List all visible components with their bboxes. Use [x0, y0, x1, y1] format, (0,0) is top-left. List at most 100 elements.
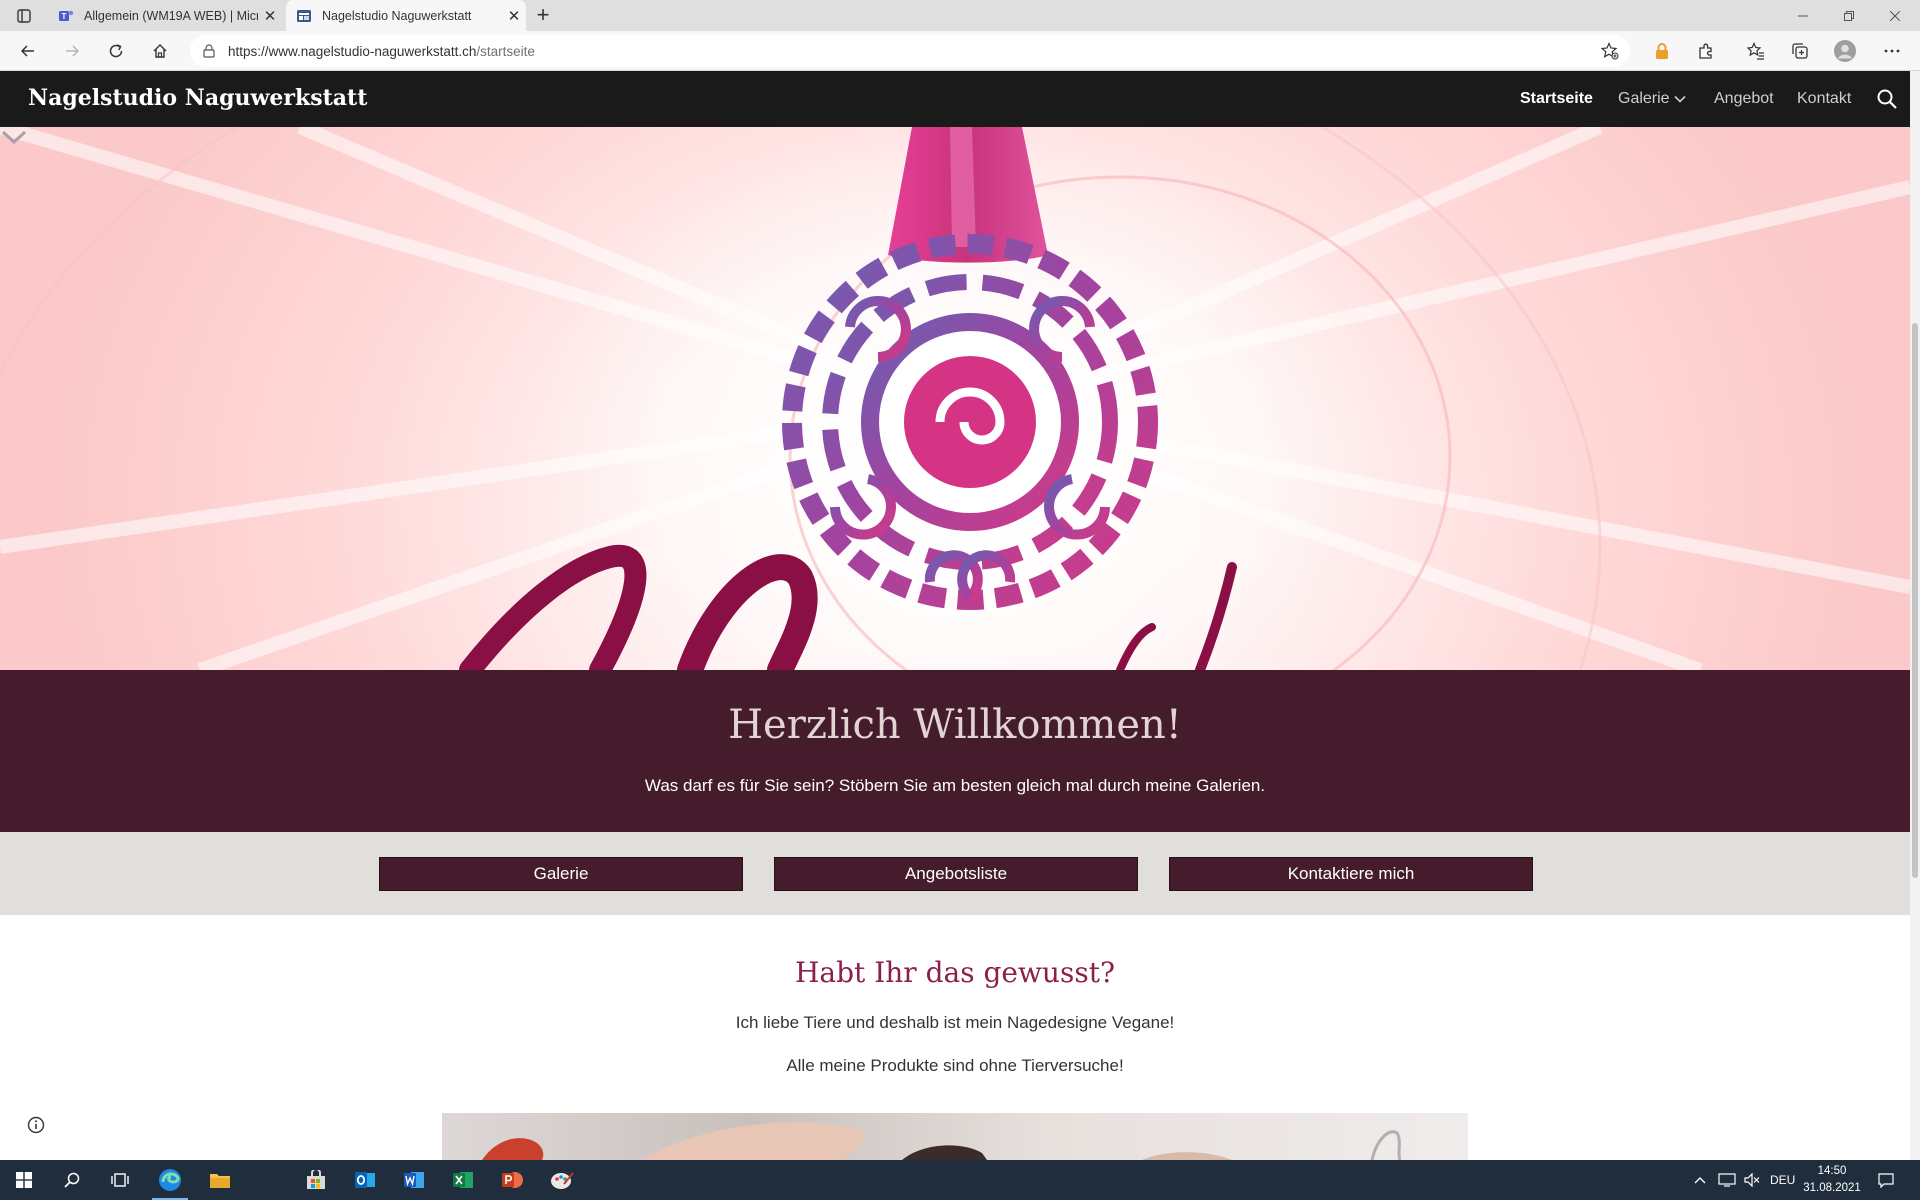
taskbar-excel[interactable] — [439, 1160, 487, 1200]
back-arrow-icon — [20, 45, 34, 57]
taskbar-search-button[interactable] — [48, 1160, 96, 1200]
close-icon — [1890, 10, 1900, 21]
notification-icon — [1878, 1173, 1894, 1188]
puzzle-icon — [1699, 43, 1712, 59]
scroll-down-chevron-icon[interactable] — [0, 127, 28, 147]
kontaktiere-mich-button[interactable]: Kontaktiere mich — [1169, 857, 1533, 891]
nav-item-angebot[interactable]: Angebot — [1714, 90, 1774, 108]
new-tab-button[interactable]: + — [530, 3, 556, 29]
profile-button[interactable] — [1831, 37, 1859, 65]
taskbar-paint[interactable] — [538, 1160, 586, 1200]
refresh-button[interactable] — [102, 37, 130, 65]
info-title: Habt Ihr das gewusst? — [795, 956, 1115, 989]
notification-center-button[interactable] — [1878, 1160, 1894, 1200]
taskbar-store[interactable] — [292, 1160, 340, 1200]
tray-network[interactable] — [1718, 1160, 1736, 1200]
taskbar-edge[interactable] — [146, 1160, 194, 1200]
tray-volume[interactable] — [1744, 1160, 1760, 1200]
scrollbar-thumb[interactable] — [1912, 323, 1918, 878]
angebotsliste-button[interactable]: Angebotsliste — [774, 857, 1138, 891]
site-page-icon — [297, 9, 311, 22]
excel-icon — [453, 1172, 473, 1188]
teams-icon: T — [59, 10, 74, 21]
forward-button[interactable] — [58, 37, 86, 65]
powerpoint-icon — [502, 1172, 523, 1188]
site-brand[interactable]: Nagelstudio Naguwerkstatt — [28, 85, 367, 111]
collections-button[interactable] — [1786, 37, 1814, 65]
chevron-down-icon — [1674, 95, 1686, 103]
url-host: https://www.nagelstudio-naguwerkstatt.ch — [228, 43, 477, 59]
nav-item-label: Galerie — [1618, 90, 1670, 107]
nav-item-galerie[interactable]: Galerie — [1618, 90, 1686, 108]
edge-icon — [159, 1169, 181, 1191]
galerie-button[interactable]: Galerie — [379, 857, 743, 891]
restore-icon — [1844, 10, 1854, 21]
welcome-text: Was darf es für Sie sein? Stöbern Sie am… — [644, 776, 1266, 795]
refresh-icon — [109, 44, 123, 58]
store-icon — [307, 1170, 325, 1189]
forward-arrow-icon — [66, 45, 80, 57]
browser-toolbar: https://www.nagelstudio-naguwerkstatt.ch… — [0, 31, 1920, 71]
taskbar-outlook[interactable] — [341, 1160, 389, 1200]
home-icon — [153, 44, 167, 58]
search-icon[interactable] — [1876, 88, 1898, 110]
extensions-button[interactable] — [1692, 37, 1720, 65]
tab-actions-icon — [17, 9, 31, 23]
close-window-button[interactable] — [1872, 0, 1918, 31]
star-add-icon — [1601, 42, 1619, 60]
input-language[interactable]: DEU — [1770, 1160, 1795, 1200]
restore-button[interactable] — [1826, 0, 1872, 31]
cta-button-band: Galerie Angebotsliste Kontaktiere mich — [0, 832, 1910, 915]
tab-actions-button[interactable] — [10, 5, 38, 27]
settings-more-button[interactable] — [1878, 37, 1906, 65]
browser-tab-naguwerkstatt[interactable]: Nagelstudio Naguwerkstatt ✕ — [286, 0, 526, 31]
tab-title: Allgemein (WM19A WEB) | Micro — [84, 8, 258, 23]
search-icon — [64, 1172, 80, 1188]
lock-extension-icon — [1656, 43, 1668, 59]
nav-item-startseite[interactable]: Startseite — [1520, 90, 1593, 108]
chevron-up-icon — [1694, 1177, 1706, 1184]
hero-banner — [0, 127, 1910, 670]
minimize-button[interactable] — [1780, 0, 1826, 31]
url-text: https://www.nagelstudio-naguwerkstatt.ch… — [228, 44, 535, 59]
clock-date: 31.08.2021 — [1803, 1182, 1861, 1194]
tray-overflow-chevron[interactable] — [1694, 1160, 1706, 1200]
address-bar[interactable]: https://www.nagelstudio-naguwerkstatt.ch… — [190, 35, 1630, 67]
start-button[interactable] — [0, 1160, 48, 1200]
network-icon — [1718, 1173, 1736, 1187]
avatar-icon — [1834, 40, 1856, 62]
tab-close-icon[interactable]: ✕ — [502, 7, 526, 25]
password-manager-button[interactable] — [1648, 37, 1676, 65]
back-button[interactable] — [14, 37, 42, 65]
svg-text:T: T — [62, 12, 67, 21]
page-scrollbar[interactable] — [1910, 71, 1920, 1160]
word-icon — [404, 1172, 424, 1188]
info-text-line2: Alle meine Produkte sind ohne Tierversuc… — [786, 1056, 1124, 1075]
browser-tab-strip: T Allgemein (WM19A WEB) | Micro ✕ Nagels… — [0, 0, 1920, 31]
task-view-button[interactable] — [96, 1160, 144, 1200]
hero-logo-image — [0, 127, 1910, 670]
nav-item-kontakt[interactable]: Kontakt — [1797, 90, 1851, 108]
collections-icon — [1792, 43, 1808, 59]
favorites-button[interactable] — [1742, 37, 1770, 65]
info-icon[interactable] — [26, 1115, 46, 1135]
minimize-icon — [1798, 15, 1808, 16]
welcome-section: Herzlich Willkommen! Was darf es für Sie… — [0, 670, 1910, 832]
info-text-line1: Ich liebe Tiere und deshalb ist mein Nag… — [735, 1013, 1175, 1032]
lock-icon[interactable] — [190, 44, 228, 58]
task-view-icon — [111, 1173, 129, 1187]
welcome-title: Herzlich Willkommen! — [728, 702, 1182, 748]
paint-icon — [551, 1172, 574, 1189]
taskbar-powerpoint[interactable] — [488, 1160, 536, 1200]
volume-muted-icon — [1744, 1173, 1760, 1187]
taskbar-word[interactable] — [390, 1160, 438, 1200]
taskbar-clock[interactable]: 14:50 31.08.2021 — [1796, 1163, 1868, 1197]
nail-photo-image — [442, 1113, 1468, 1160]
outlook-icon — [355, 1172, 375, 1188]
url-path: /startseite — [476, 43, 535, 59]
tab-close-icon[interactable]: ✕ — [258, 7, 282, 25]
add-favorite-button[interactable] — [1598, 39, 1622, 63]
browser-tab-teams[interactable]: T Allgemein (WM19A WEB) | Micro ✕ — [48, 0, 282, 31]
taskbar-file-explorer[interactable] — [196, 1160, 244, 1200]
home-button[interactable] — [146, 37, 174, 65]
